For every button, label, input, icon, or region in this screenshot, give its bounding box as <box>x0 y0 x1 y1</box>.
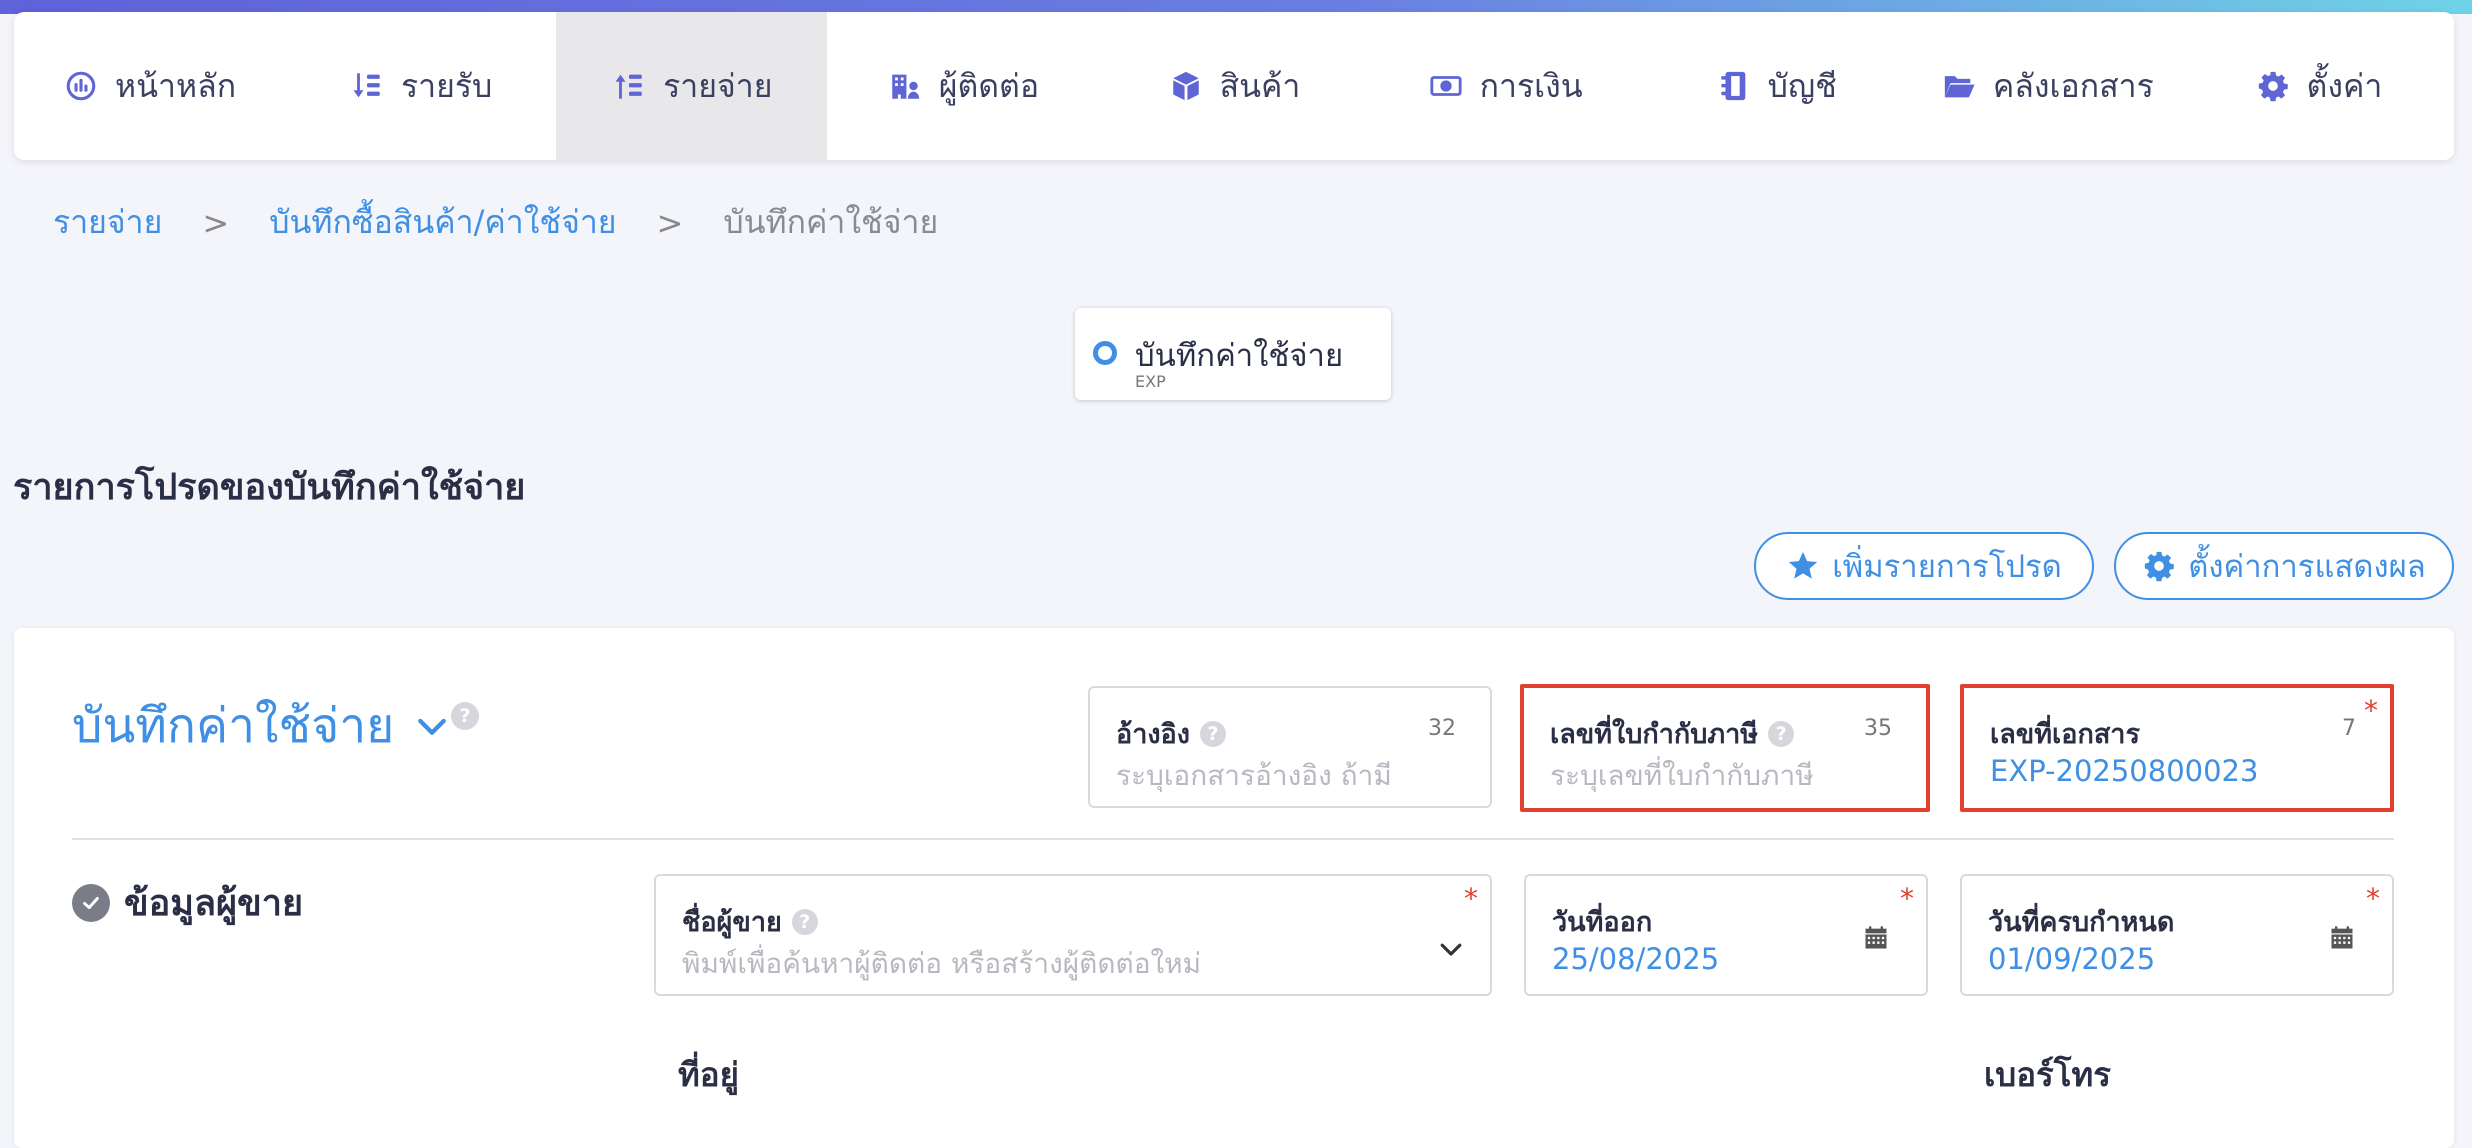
due-date-label: วันที่ครบกำหนด <box>1988 907 2175 938</box>
nav-item-income[interactable]: รายรับ <box>285 12 556 160</box>
help-icon[interactable]: ? <box>451 702 479 730</box>
nav-item-settings[interactable]: ตั้งค่า <box>2183 12 2454 160</box>
account-book-icon <box>1716 68 1752 104</box>
nav-item-documents[interactable]: คลังเอกสาร <box>1912 12 2183 160</box>
document-number-label: เลขที่เอกสาร <box>1990 719 2140 750</box>
nav-item-expense[interactable]: รายจ่าย <box>556 12 828 160</box>
issue-date-field[interactable]: วันที่ออก * 25/08/2025 <box>1524 874 1928 996</box>
required-marker: * <box>2364 694 2378 727</box>
add-favorite-label: เพิ่มรายการโปรด <box>1832 549 2062 585</box>
income-sort-icon <box>349 68 385 104</box>
reference-label-group: อ้างอิง ? <box>1116 712 1226 755</box>
nav-label-expense: รายจ่าย <box>663 66 773 105</box>
main-nav: หน้าหลัก รายรับ รายจ่าย ผู้ติดต่อ สินค้า… <box>14 12 2454 160</box>
nav-item-accounts[interactable]: บัญชี <box>1641 12 1912 160</box>
tax-invoice-char-count: 35 <box>1864 716 1892 741</box>
breadcrumb-purchase-link[interactable]: บันทึกซื้อสินค้า/ค่าใช้จ่าย <box>269 197 616 248</box>
radio-selected-icon[interactable] <box>1093 341 1117 365</box>
money-bill-icon <box>1428 68 1464 104</box>
vendor-name-label-group: ชื่อผู้ขาย ? <box>682 900 818 943</box>
vendor-name-input[interactable]: พิมพ์เพื่อค้นหาผู้ติดต่อ หรือสร้างผู้ติด… <box>682 942 1201 986</box>
calendar-icon[interactable] <box>1862 924 1890 952</box>
nav-item-contacts[interactable]: ผู้ติดต่อ <box>827 12 1098 160</box>
add-favorite-button[interactable]: เพิ่มรายการโปรด <box>1754 532 2094 600</box>
gear-icon <box>2255 68 2291 104</box>
nav-label-documents: คลังเอกสาร <box>1992 66 2154 105</box>
doc-title-label: บันทึกค่าใช้จ่าย <box>72 698 395 754</box>
doc-type-code: EXP <box>1135 372 1166 391</box>
tax-invoice-label-group: เลขที่ใบกำกับภาษี ? <box>1550 712 1795 755</box>
tax-invoice-label: เลขที่ใบกำกับภาษี <box>1550 719 1759 750</box>
document-number-field[interactable]: เลขที่เอกสาร 7 * EXP-20250800023 <box>1960 684 2394 812</box>
nav-item-home[interactable]: หน้าหลัก <box>14 12 285 160</box>
due-date-field[interactable]: วันที่ครบกำหนด * 01/09/2025 <box>1960 874 2394 996</box>
required-marker: * <box>1464 882 1478 915</box>
expense-sort-icon <box>611 68 647 104</box>
due-date-input[interactable]: 01/09/2025 <box>1988 942 2155 976</box>
address-label: ที่อยู่ <box>678 1055 739 1094</box>
chevron-down-icon <box>418 718 447 735</box>
reference-char-count: 32 <box>1428 716 1456 741</box>
calendar-icon[interactable] <box>2328 924 2356 952</box>
nav-label-home: หน้าหลัก <box>115 66 237 105</box>
help-icon[interactable]: ? <box>791 908 818 935</box>
reference-input[interactable]: ระบุเอกสารอ้างอิง ถ้ามี <box>1116 754 1392 798</box>
gear-icon <box>2145 551 2174 582</box>
doc-title-dropdown[interactable]: บันทึกค่าใช้จ่าย <box>72 688 452 764</box>
contacts-building-icon <box>887 68 923 104</box>
document-number-input[interactable]: EXP-20250800023 <box>1990 754 2258 788</box>
phone-label: เบอร์โทร <box>1984 1055 2111 1094</box>
display-settings-label: ตั้งค่าการแสดงผล <box>2188 549 2426 585</box>
required-marker: * <box>1900 882 1914 915</box>
display-settings-button[interactable]: ตั้งค่าการแสดงผล <box>2114 532 2454 600</box>
nav-item-products[interactable]: สินค้า <box>1098 12 1369 160</box>
doc-type-option[interactable]: บันทึกค่าใช้จ่าย EXP <box>1075 308 1391 400</box>
nav-label-products: สินค้า <box>1219 66 1301 105</box>
vendor-name-label: ชื่อผู้ขาย <box>682 907 782 938</box>
dashboard-gauge-icon <box>63 68 99 104</box>
nav-label-contacts: ผู้ติดต่อ <box>938 66 1040 105</box>
vendor-section-label: ข้อมูลผู้ขาย <box>124 883 304 924</box>
product-box-icon <box>1168 68 1204 104</box>
nav-label-settings: ตั้งค่า <box>2306 66 2383 105</box>
reference-field[interactable]: อ้างอิง ? 32 ระบุเอกสารอ้างอิง ถ้ามี <box>1088 686 1492 808</box>
help-icon[interactable]: ? <box>1199 720 1226 747</box>
nav-item-finance[interactable]: การเงิน <box>1370 12 1641 160</box>
nav-label-income: รายรับ <box>400 66 493 105</box>
reference-label: อ้างอิง <box>1116 719 1190 750</box>
vendor-section-title: ข้อมูลผู้ขาย <box>72 874 303 931</box>
section-divider <box>72 838 2394 840</box>
doc-type-label: บันทึกค่าใช้จ่าย <box>1135 338 1344 374</box>
folder-open-icon <box>1941 68 1977 104</box>
check-circle-icon <box>72 883 110 922</box>
nav-label-finance: การเงิน <box>1479 66 1583 105</box>
help-icon[interactable]: ? <box>1768 720 1795 747</box>
breadcrumb: รายจ่าย > บันทึกซื้อสินค้า/ค่าใช้จ่าย > … <box>53 197 938 248</box>
vendor-name-field[interactable]: ชื่อผู้ขาย ? * พิมพ์เพื่อค้นหาผู้ติดต่อ … <box>654 874 1492 996</box>
breadcrumb-current: บันทึกค่าใช้จ่าย <box>723 203 939 241</box>
tax-invoice-field[interactable]: เลขที่ใบกำกับภาษี ? 35 ระบุเลขที่ใบกำกับ… <box>1520 684 1930 812</box>
star-icon <box>1789 551 1818 579</box>
nav-label-accounts: บัญชี <box>1767 66 1837 105</box>
issue-date-input[interactable]: 25/08/2025 <box>1552 942 1719 976</box>
required-marker: * <box>2366 882 2380 915</box>
tax-invoice-input[interactable]: ระบุเลขที่ใบกำกับภาษี <box>1550 754 1814 798</box>
breadcrumb-separator: > <box>202 203 230 242</box>
issue-date-label: วันที่ออก <box>1552 907 1653 938</box>
breadcrumb-expense-link[interactable]: รายจ่าย <box>53 197 162 248</box>
favorites-title: รายการโปรดของบันทึกค่าใช้จ่าย <box>13 467 526 508</box>
breadcrumb-separator: > <box>656 203 684 242</box>
document-number-char-count: 7 <box>2342 716 2356 741</box>
chevron-down-icon[interactable] <box>1436 934 1466 964</box>
